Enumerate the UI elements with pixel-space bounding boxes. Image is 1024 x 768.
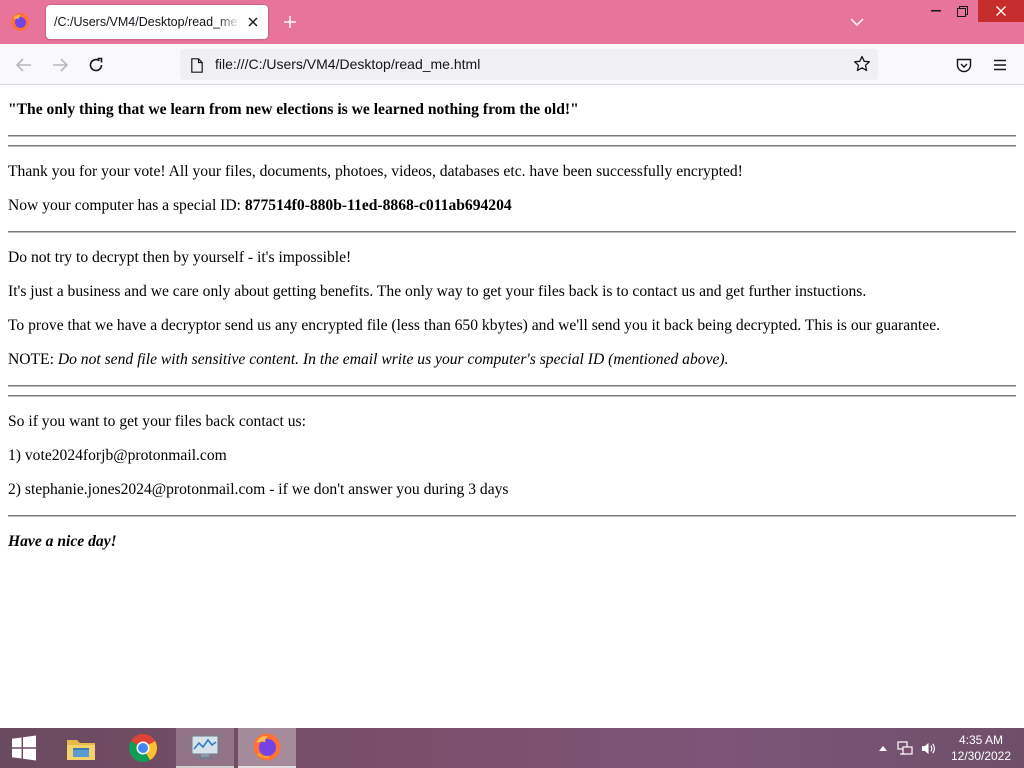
- url-text[interactable]: file:///C:/Users/VM4/Desktop/read_me.htm…: [215, 56, 480, 72]
- tab-title: /C:/Users/VM4/Desktop/read_me.html: [54, 15, 240, 29]
- taskbar-clock[interactable]: 4:35 AM 12/30/2022: [946, 732, 1016, 764]
- note-label: NOTE:: [8, 351, 58, 368]
- encryption-notice: Thank you for your vote! All your files,…: [8, 163, 743, 180]
- restore-button[interactable]: [948, 0, 976, 22]
- taskbar: 4:35 AM 12/30/2022: [0, 728, 1024, 768]
- special-id-line: Now your computer has a special ID: 8775…: [8, 197, 1016, 215]
- windows-start-icon[interactable]: [0, 728, 48, 768]
- warning-text: Do not try to decrypt then by yourself -…: [8, 249, 352, 266]
- note-text: Do not send file with sensitive content.…: [57, 351, 729, 368]
- proof-text: To prove that we have a decryptor send u…: [8, 317, 941, 334]
- pocket-icon[interactable]: [950, 52, 978, 78]
- divider: [8, 385, 1016, 387]
- ransom-quote: "The only thing that we learn from new e…: [8, 101, 579, 118]
- divider: [8, 145, 1016, 147]
- close-window-button[interactable]: [978, 0, 1024, 22]
- special-id-value: 877514f0-880b-11ed-8868-c011ab694204: [244, 197, 512, 214]
- divider: [8, 515, 1016, 517]
- resource-monitor-icon[interactable]: [176, 728, 234, 768]
- chrome-icon[interactable]: [114, 728, 172, 768]
- new-tab-button[interactable]: [278, 10, 302, 34]
- signoff-text: Have a nice day!: [8, 533, 117, 550]
- close-tab-icon[interactable]: [245, 14, 261, 30]
- special-id-label: Now your computer has a special ID:: [8, 197, 245, 214]
- contact-email-1: 1) vote2024forjb@protonmail.com: [8, 447, 227, 464]
- divider: [8, 395, 1016, 397]
- divider: [8, 135, 1016, 137]
- page-content: "The only thing that we learn from new e…: [0, 85, 1024, 728]
- contact-email-2: 2) stephanie.jones2024@protonmail.com - …: [8, 481, 509, 498]
- chevron-up-icon[interactable]: [875, 740, 891, 756]
- bookmark-star-icon[interactable]: [852, 54, 872, 74]
- chevron-down-icon[interactable]: [846, 12, 868, 32]
- forward-button[interactable]: [46, 52, 74, 78]
- note-line: NOTE: Do not send file with sensitive co…: [8, 351, 1016, 369]
- minimize-button[interactable]: [922, 0, 950, 22]
- reload-button[interactable]: [82, 52, 110, 78]
- firefox-logo-icon[interactable]: [9, 11, 31, 33]
- hamburger-menu-icon[interactable]: [986, 52, 1014, 78]
- business-text: It's just a business and we care only ab…: [8, 283, 867, 300]
- divider: [8, 231, 1016, 233]
- navigation-toolbar: file:///C:/Users/VM4/Desktop/read_me.htm…: [0, 44, 1024, 85]
- file-explorer-icon[interactable]: [52, 728, 110, 768]
- clock-date: 12/30/2022: [950, 749, 1012, 763]
- volume-icon[interactable]: [921, 740, 937, 756]
- back-button[interactable]: [10, 52, 38, 78]
- browser-tab[interactable]: /C:/Users/VM4/Desktop/read_me.html: [46, 5, 268, 39]
- address-bar[interactable]: file:///C:/Users/VM4/Desktop/read_me.htm…: [180, 49, 878, 80]
- page-icon: [190, 57, 204, 73]
- contact-intro: So if you want to get your files back co…: [8, 413, 306, 430]
- clock-time: 4:35 AM: [958, 733, 1004, 747]
- network-icon[interactable]: [897, 740, 913, 756]
- firefox-taskbar-icon[interactable]: [238, 728, 296, 768]
- tab-strip: /C:/Users/VM4/Desktop/read_me.html: [0, 0, 1024, 44]
